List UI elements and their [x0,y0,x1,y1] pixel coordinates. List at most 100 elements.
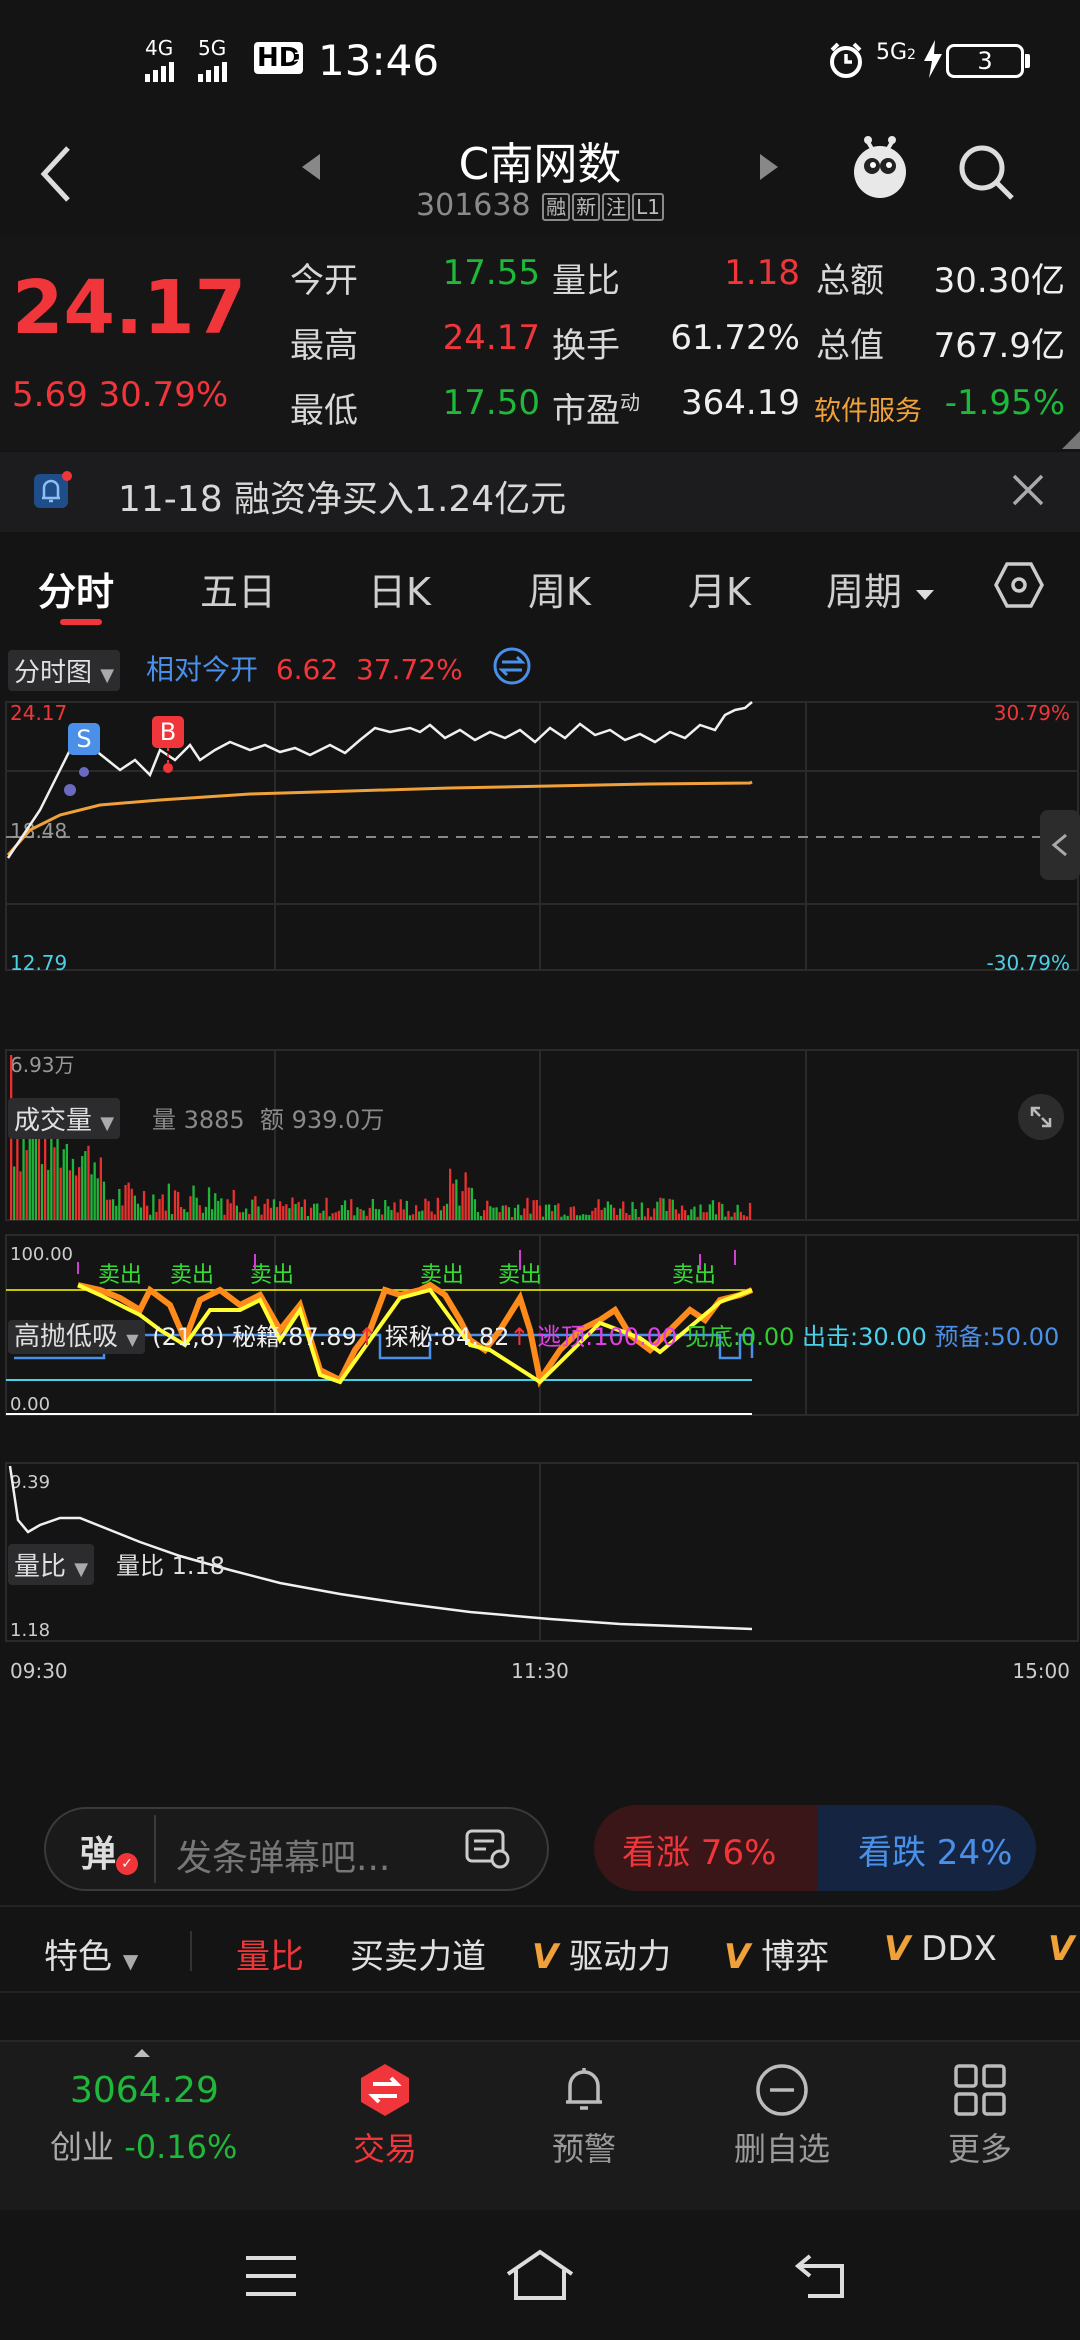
volume-bar [650,1216,653,1220]
swap-icon[interactable] [492,646,532,690]
volume-bar [708,1204,711,1220]
volume-bar [105,1199,109,1220]
tab-intraday[interactable]: 分时 [38,561,114,616]
danmaku-placeholder[interactable]: 发条弹幕吧... [176,1829,390,1881]
close-icon[interactable] [1010,472,1046,512]
gaopao-selector-label: 高抛低吸 [14,1322,119,1352]
home-icon[interactable] [504,2248,576,2306]
volume-bar [498,1212,501,1220]
pct-y-top: 30.79% [994,701,1070,725]
buy-marker-dot [163,763,173,773]
volume-bar [393,1202,396,1220]
volume-bar [486,1200,489,1220]
liangbi-selector[interactable]: 量比 ▼ [8,1544,95,1585]
volume-bar [31,1130,34,1220]
tab-five-day[interactable]: 五日 [200,561,276,616]
turnover-rate-label: 换手 [552,326,620,366]
intraday-selector[interactable]: 分时图 ▼ [8,650,121,691]
volume-bar [554,1205,557,1220]
tab-monthly-k[interactable]: 月K [688,561,751,616]
mascot-icon[interactable] [848,130,912,210]
gaopao-selector[interactable]: 高抛低吸 ▼ [8,1320,145,1354]
system-nav-bar [0,2210,1080,2340]
volume-bar [520,1215,523,1220]
battery-tip [1025,54,1030,68]
indicator-feature-dropdown[interactable]: 特色 ▼ [44,1929,138,1978]
next-stock-icon[interactable] [758,152,780,186]
volume-bar [362,1210,365,1220]
volume-bar [368,1207,371,1220]
prev-stock-icon[interactable] [300,152,322,186]
volume-bar [575,1215,579,1220]
volume-bar [436,1197,439,1220]
volume-bars [10,1055,752,1220]
volume-bar [631,1201,634,1220]
volume-bar [207,1187,211,1220]
settings-hex-icon[interactable] [994,561,1044,613]
volume-bar [198,1205,201,1220]
tag-l1: L1 [632,192,664,221]
volume-bar [390,1210,393,1220]
relative-open-label: 相对今开 [146,653,259,686]
chart-svg: 24.17 18.48 12.79 30.79% -30.79% S B 6.9… [5,701,1080,1683]
trade-button[interactable]: 交易 [285,2040,485,2170]
volume-bar [192,1185,195,1220]
volume-bar [337,1210,340,1220]
volume-bar [684,1210,687,1220]
volume-bar [127,1182,130,1220]
indicator-tab-liangbi[interactable]: 量比 [236,1929,304,1978]
price-line [6,701,753,859]
indicator-tab-boyi[interactable]: V 博弈 [724,1929,829,1978]
volume-bar [591,1210,594,1220]
vote-bearish-button[interactable]: 看跌 24% [818,1805,1036,1891]
alert-button[interactable]: 预警 [484,2040,684,2170]
volume-bar [748,1202,752,1220]
indicator-divider [190,1931,192,1971]
indicator-tab-more-v[interactable]: V [1048,1929,1074,1969]
volume-bar [668,1198,671,1220]
high-value: 24.17 [442,318,540,358]
volume-bar [541,1216,545,1220]
sector-change: -1.95% [944,383,1065,423]
danmaku-input-bar[interactable]: 弹 ✓ 发条弹幕吧... [44,1807,549,1891]
indicator-tab-maimai[interactable]: 买卖力道 [350,1929,486,1978]
tab-daily-k[interactable]: 日K [368,561,431,616]
menu-icon[interactable] [244,2254,298,2302]
index-info[interactable]: 创业 -0.16% [50,2122,237,2168]
volume-bar [285,1204,288,1220]
danmaku-toggle-icon[interactable]: 弹 ✓ [56,1815,156,1883]
remove-watchlist-button[interactable]: 删自选 [682,2040,882,2170]
tab-period[interactable]: 周期 [826,561,936,616]
notice-bar[interactable]: 11-18 融资净买入1.24亿元 [0,452,1080,532]
signal-5g-icon: 5G [198,38,227,82]
volume-bar [232,1189,235,1220]
more-button[interactable]: 更多 [880,2040,1080,2170]
last-price: 24.17 [12,265,247,351]
back-nav-icon[interactable] [794,2252,850,2304]
vote-bullish-button[interactable]: 看涨 76% [594,1805,820,1891]
sector-label[interactable]: 软件服务 [814,389,922,428]
volume-bar [625,1213,628,1220]
sell-signals: 卖出 卖出 卖出 卖出 卖出 卖出 [98,1263,716,1288]
volume-bar [343,1200,347,1220]
back-icon[interactable] [38,144,74,208]
volume-bar [495,1207,498,1220]
volume-bar [643,1216,647,1220]
volume-bar [59,1167,62,1220]
volume-bar [634,1209,637,1220]
volume-bar [674,1209,677,1220]
volume-bar [204,1206,208,1220]
volume-bar [16,1129,19,1220]
tab-weekly-k[interactable]: 周K [528,561,591,616]
search-icon[interactable] [956,142,1016,206]
corner-expand-icon[interactable] [1062,431,1080,449]
indicator-tab-qudongli[interactable]: V 驱动力 [532,1929,671,1978]
index-value[interactable]: 3064.29 [70,2070,219,2111]
danmaku-settings-icon[interactable] [464,1827,512,1875]
volume-bar [322,1210,325,1220]
side-drawer-handle[interactable] [1040,810,1080,880]
volume-selector[interactable]: 成交量 ▼ [8,1098,121,1139]
fullscreen-icon[interactable] [1018,1094,1064,1140]
indicator-tab-ddx[interactable]: V DDX [884,1929,997,1969]
chart-area[interactable]: 分时图 ▼ 相对今开 6.62 37.72% 24.17 18.48 12.79… [0,640,1080,1790]
